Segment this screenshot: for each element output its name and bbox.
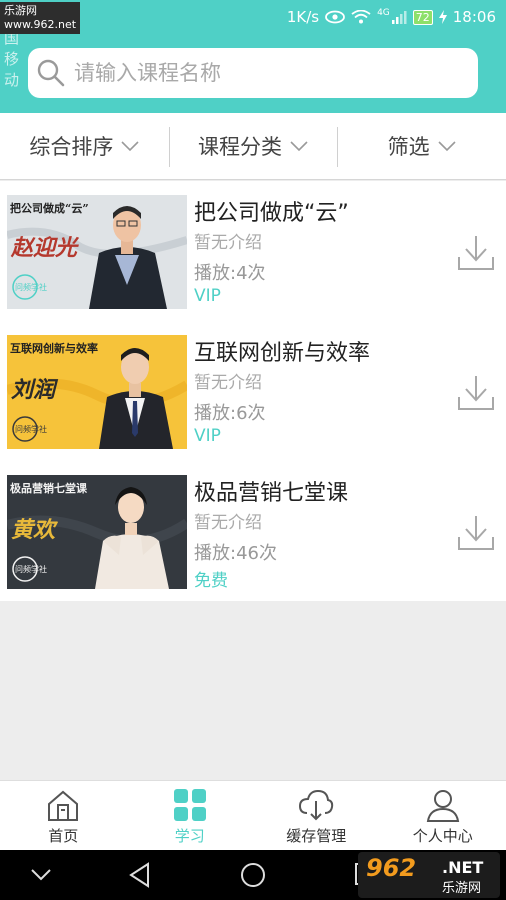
thumb-title: 互联网创新与效率: [10, 341, 98, 355]
net-speed: 1K/s: [286, 8, 320, 26]
eye-icon: [325, 10, 345, 24]
tab-cache[interactable]: 缓存管理: [253, 781, 380, 850]
course-title[interactable]: 把公司做成“云”: [194, 195, 349, 227]
course-thumbnail[interactable]: 互联网创新与效率 刘润 问频学社: [7, 335, 187, 449]
battery-level: 72: [412, 9, 433, 25]
logo-name: 乐游网: [442, 881, 482, 896]
download-icon[interactable]: [456, 373, 496, 413]
site-watermark-logo: 962 .NET 乐游网: [358, 852, 500, 898]
course-title[interactable]: 互联网创新与效率: [194, 335, 370, 367]
home-icon: [48, 790, 79, 821]
thumb-name: 赵迎光: [10, 235, 80, 261]
thumb-name: 刘润: [11, 377, 59, 403]
signal-icon: [391, 11, 407, 24]
filter-screen[interactable]: 筛选: [337, 113, 506, 179]
chevron-down-icon: [438, 141, 456, 152]
thumb-logo: 问频学社: [15, 564, 47, 574]
chevron-down-icon[interactable]: [30, 868, 52, 882]
course-price-tag: VIP: [194, 286, 221, 306]
charging-icon: [438, 10, 447, 24]
course-thumbnail[interactable]: 把公司做成“云” 赵迎光 问频学社: [7, 195, 187, 309]
user-icon: [426, 790, 459, 822]
logo-number: 962: [366, 854, 417, 882]
course-item[interactable]: 把公司做成“云” 赵迎光 问频学社 把公司做成“云” 暂无介绍 播放:4次 VI…: [0, 181, 506, 321]
course-play-count: 播放:6次: [194, 403, 266, 424]
wifi-icon: [351, 10, 371, 24]
search-icon: [37, 59, 65, 87]
network-type: 4G: [377, 8, 390, 18]
course-description: 暂无介绍: [194, 233, 262, 253]
tab-home-label: 首页: [48, 827, 79, 845]
clock: 18:06: [452, 8, 496, 26]
thumb-title: 把公司做成“云”: [10, 201, 89, 215]
download-icon[interactable]: [456, 513, 496, 553]
course-play-count: 播放:4次: [194, 263, 266, 284]
course-item[interactable]: 极品营销七堂课 黄欢 问频学社 极品营销七堂课 暂无介绍 播放:46次 免费: [0, 461, 506, 601]
back-icon[interactable]: [128, 862, 152, 888]
course-price-tag: 免费: [194, 571, 228, 591]
chevron-down-icon: [121, 141, 139, 152]
course-list: 把公司做成“云” 赵迎光 问频学社 把公司做成“云” 暂无介绍 播放:4次 VI…: [0, 181, 506, 601]
cloud-download-icon: [299, 789, 334, 821]
status-right: 1K/s 4G 72 18:06: [287, 8, 496, 26]
tab-learn-label: 学习: [174, 827, 205, 845]
course-description: 暂无介绍: [194, 513, 262, 533]
tab-profile[interactable]: 个人中心: [380, 781, 506, 850]
status-bar: 中国移动 乐游网 www.962.net 1K/s 4G 72 18:06: [0, 0, 506, 89]
thumb-logo: 问频学社: [15, 282, 47, 292]
logo-net: .NET: [442, 858, 484, 877]
tab-home[interactable]: 首页: [0, 781, 127, 850]
course-description: 暂无介绍: [194, 373, 262, 393]
watermark-badge: 乐游网 www.962.net: [0, 2, 81, 34]
filter-bar: 综合排序 课程分类 筛选: [0, 113, 506, 180]
course-thumbnail[interactable]: 极品营销七堂课 黄欢 问频学社: [7, 475, 187, 589]
filter-category-label: 课程分类: [198, 135, 282, 159]
course-price-tag: VIP: [194, 426, 221, 446]
filter-screen-label: 筛选: [387, 135, 430, 159]
bottom-tab-bar: 首页 学习 缓存管理 个人中心: [0, 780, 506, 850]
thumb-logo: 问频学社: [15, 424, 47, 434]
grid-icon: [173, 789, 206, 821]
filter-category[interactable]: 课程分类: [168, 113, 338, 179]
tab-learn[interactable]: 学习: [127, 781, 254, 850]
thumb-title: 极品营销七堂课: [10, 481, 88, 495]
home-circle-icon[interactable]: [240, 862, 266, 888]
tab-cache-label: 缓存管理: [286, 827, 347, 845]
course-title[interactable]: 极品营销七堂课: [194, 475, 348, 507]
download-icon[interactable]: [456, 233, 496, 273]
tab-profile-label: 个人中心: [412, 827, 473, 845]
chevron-down-icon: [290, 141, 308, 152]
search-input[interactable]: [74, 61, 434, 85]
course-item[interactable]: 互联网创新与效率 刘润 问频学社 互联网创新与效率 暂无介绍 播放:6次 VIP: [0, 321, 506, 461]
filter-sort[interactable]: 综合排序: [0, 113, 169, 179]
course-play-count: 播放:46次: [194, 543, 277, 564]
search-bar[interactable]: [28, 48, 478, 98]
thumb-name: 黄欢: [11, 517, 59, 543]
filter-sort-label: 综合排序: [29, 135, 114, 159]
